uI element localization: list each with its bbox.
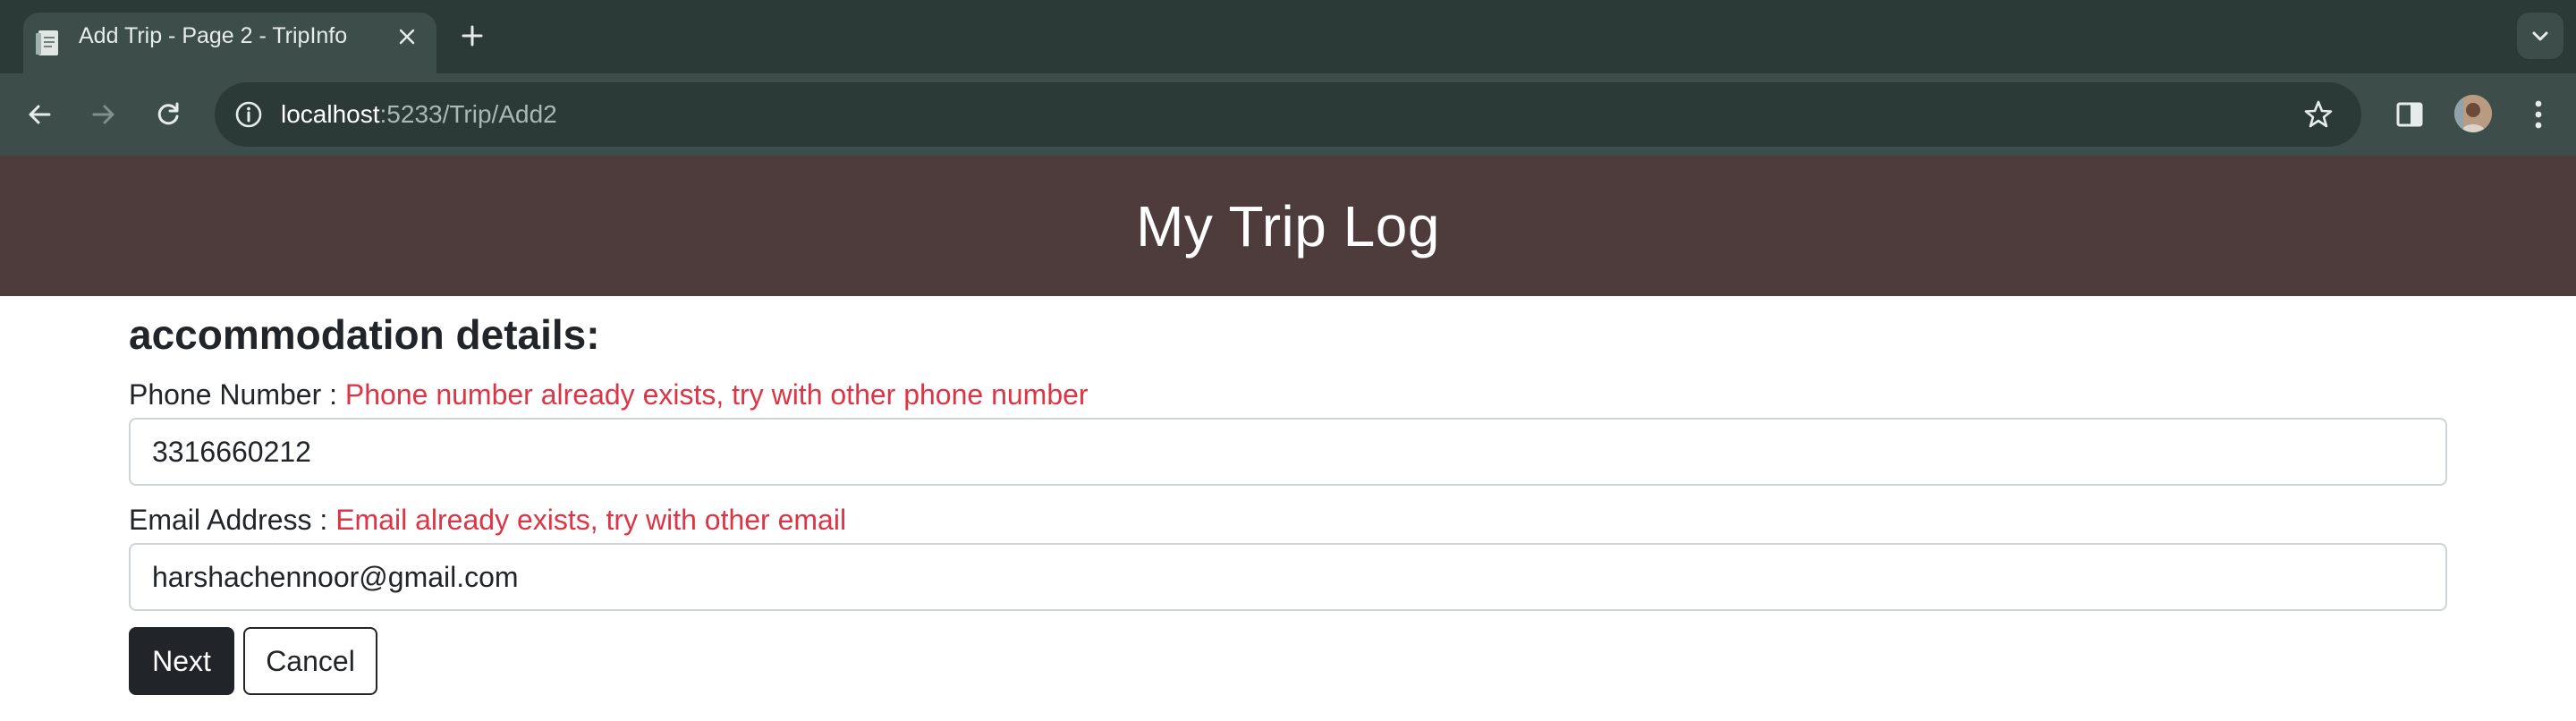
next-button[interactable]: Next: [129, 627, 234, 695]
document-icon: [36, 29, 63, 57]
plus-icon[interactable]: [456, 20, 488, 52]
site-header: My Trip Log: [0, 156, 2576, 296]
phone-label: Phone Number :: [129, 378, 338, 411]
browser-tab-active[interactable]: Add Trip - Page 2 - TripInfo: [23, 13, 436, 73]
browser-toolbar: localhost:5233/Trip/Add2: [0, 73, 2576, 156]
url-path: :5233/Trip/Add2: [379, 100, 557, 128]
info-icon[interactable]: [231, 97, 267, 132]
chevron-down-icon[interactable]: [2517, 13, 2563, 59]
reload-icon[interactable]: [147, 93, 190, 136]
kebab-menu-icon[interactable]: [2521, 93, 2556, 136]
star-icon[interactable]: [2299, 95, 2338, 134]
cancel-button[interactable]: Cancel: [243, 627, 377, 695]
phone-error-message: Phone number already exists, try with ot…: [344, 378, 1089, 411]
email-error-message: Email already exists, try with other ema…: [335, 504, 847, 536]
arrow-right-icon[interactable]: [82, 93, 125, 136]
close-icon[interactable]: [392, 21, 422, 52]
tab-title: Add Trip - Page 2 - TripInfo: [79, 23, 348, 48]
side-panel-icon[interactable]: [2388, 93, 2431, 136]
browser-tabstrip: Add Trip - Page 2 - TripInfo: [0, 0, 2576, 73]
arrow-left-icon[interactable]: [18, 93, 61, 136]
section-heading: accommodation details:: [129, 311, 600, 358]
address-bar[interactable]: localhost:5233/Trip/Add2: [215, 82, 2361, 147]
phone-number-input[interactable]: [129, 418, 2447, 486]
email-label-row: Email Address : Email already exists, tr…: [129, 504, 846, 537]
phone-label-row: Phone Number : Phone number already exis…: [129, 378, 1089, 411]
url-host: localhost: [281, 100, 380, 128]
page-title: My Trip Log: [1136, 193, 1440, 259]
email-address-input[interactable]: [129, 543, 2447, 611]
avatar[interactable]: [2454, 95, 2492, 132]
url-text: localhost:5233/Trip/Add2: [281, 82, 557, 147]
email-label: Email Address :: [129, 504, 328, 536]
